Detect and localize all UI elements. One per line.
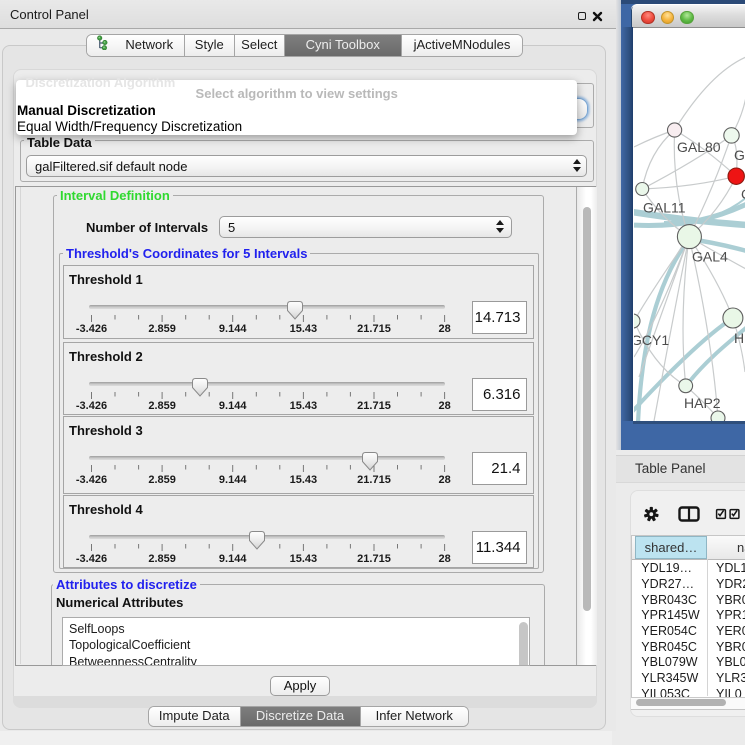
svg-text:C: C <box>741 186 745 202</box>
svg-text:GAL4: GAL4 <box>692 249 728 265</box>
svg-text:GA: GA <box>734 147 745 163</box>
svg-text:GCY1: GCY1 <box>634 332 669 348</box>
svg-text:HAP2: HAP2 <box>684 395 721 411</box>
svg-text:GAL80: GAL80 <box>677 139 721 155</box>
svg-text:H: H <box>734 330 744 346</box>
svg-text:GAL11: GAL11 <box>643 200 686 216</box>
